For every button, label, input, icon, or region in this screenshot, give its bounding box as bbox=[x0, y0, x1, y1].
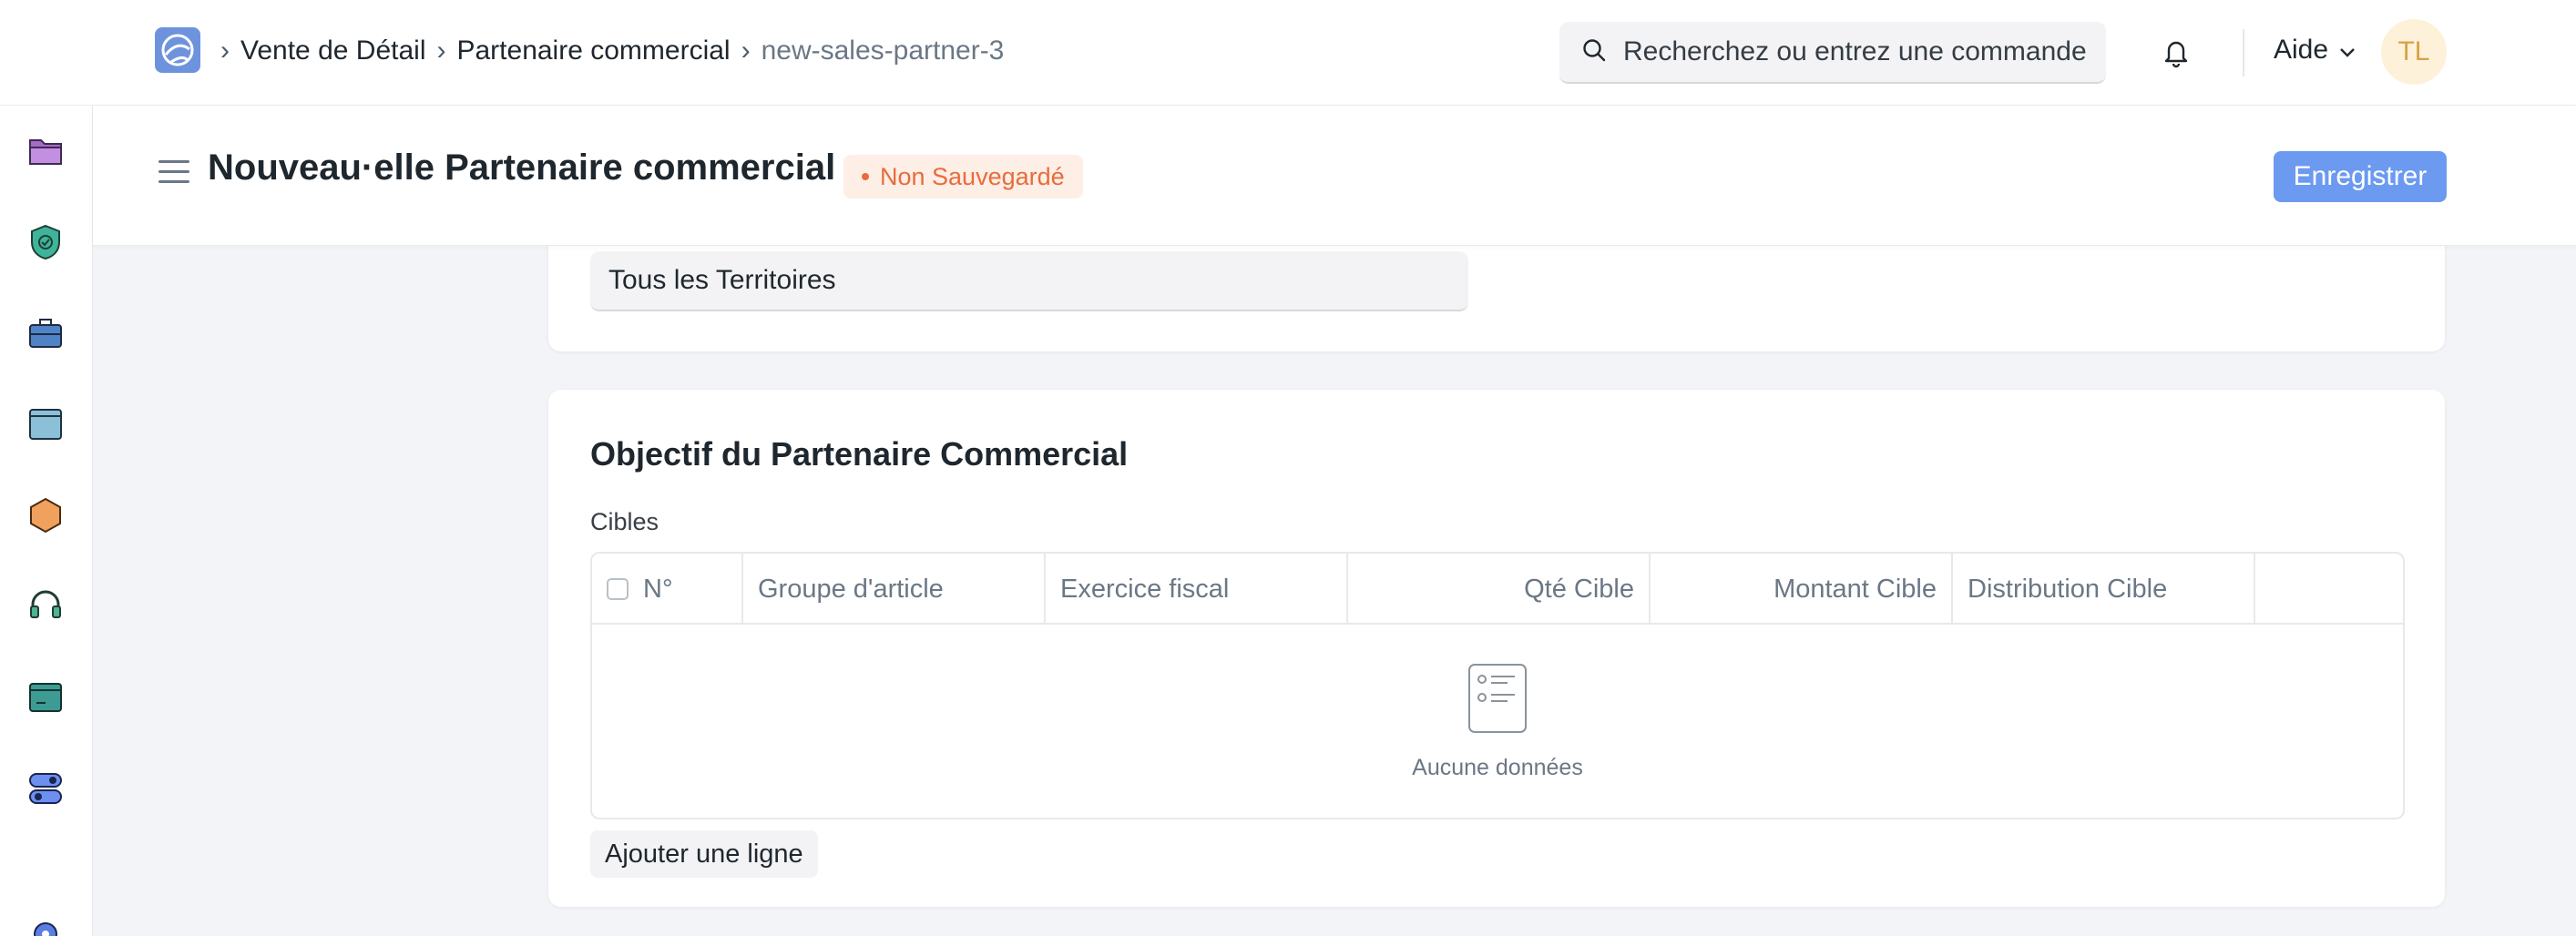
search-bar[interactable]: Recherchez ou entrez une commande bbox=[1559, 22, 2106, 84]
unsaved-status-badge: Non Sauvegardé bbox=[843, 155, 1083, 198]
hexagon-icon[interactable] bbox=[26, 495, 66, 535]
help-label: Aide bbox=[2274, 35, 2329, 65]
sidebar-toggle-icon[interactable] bbox=[158, 160, 189, 184]
status-dot-icon bbox=[862, 173, 869, 180]
search-input[interactable]: Recherchez ou entrez une commande bbox=[1623, 36, 2087, 67]
column-target-distribution: Distribution Cible bbox=[1953, 554, 2255, 625]
top-navbar: › Vente de Détail › Partenaire commercia… bbox=[0, 0, 2576, 106]
chevron-down-icon bbox=[2339, 35, 2356, 66]
empty-state: Aucune données bbox=[592, 625, 2403, 818]
help-dropdown[interactable]: Aide bbox=[2274, 35, 2356, 66]
app-logo[interactable] bbox=[155, 27, 200, 73]
territory-card: Tous les Territoires bbox=[548, 228, 2445, 351]
column-fiscal-year: Exercice fiscal bbox=[1046, 554, 1348, 625]
section-title: Objectif du Partenaire Commercial bbox=[590, 435, 1129, 473]
window-icon[interactable] bbox=[26, 404, 66, 444]
column-target-qty: Qté Cible bbox=[1348, 554, 1651, 625]
briefcase-icon[interactable] bbox=[26, 313, 66, 353]
breadcrumb-retail[interactable]: Vente de Détail bbox=[240, 36, 425, 66]
toggle-icon[interactable] bbox=[26, 768, 66, 809]
empty-state-text: Aucune données bbox=[1412, 755, 1583, 780]
navbar-divider bbox=[2243, 29, 2244, 76]
search-icon bbox=[1581, 37, 1607, 67]
chevron-right-icon: › bbox=[436, 36, 446, 66]
sidebar bbox=[0, 106, 93, 936]
table-header: N° Groupe d'article Exercice fiscal Qté … bbox=[592, 554, 2403, 625]
breadcrumb-sales-partner[interactable]: Partenaire commercial bbox=[456, 36, 730, 66]
chevron-right-icon: › bbox=[220, 36, 230, 66]
user-avatar[interactable]: TL bbox=[2381, 19, 2447, 85]
notification-bell-icon[interactable] bbox=[2161, 36, 2192, 69]
chevron-right-icon: › bbox=[741, 36, 751, 66]
column-item-group: Groupe d'article bbox=[743, 554, 1046, 625]
headset-icon[interactable] bbox=[26, 586, 66, 626]
shield-check-icon[interactable] bbox=[26, 222, 66, 262]
page-header: Nouveau·elle Partenaire commercial Non S… bbox=[93, 106, 2576, 246]
select-all-checkbox[interactable] bbox=[607, 578, 629, 600]
save-button[interactable]: Enregistrer bbox=[2274, 151, 2447, 202]
column-actions bbox=[2255, 554, 2403, 625]
gear-icon[interactable] bbox=[26, 914, 66, 936]
targets-label: Cibles bbox=[590, 508, 659, 535]
targets-section: Objectif du Partenaire Commercial Cibles… bbox=[548, 390, 2445, 907]
page-title: Nouveau·elle Partenaire commercial bbox=[208, 148, 836, 188]
column-target-amount: Montant Cible bbox=[1651, 554, 1953, 625]
folder-icon[interactable] bbox=[26, 131, 66, 171]
terminal-icon[interactable] bbox=[26, 677, 66, 717]
targets-table: N° Groupe d'article Exercice fiscal Qté … bbox=[590, 552, 2405, 819]
breadcrumb-current-doc[interactable]: new-sales-partner-3 bbox=[762, 36, 1005, 66]
territory-field[interactable]: Tous les Territoires bbox=[590, 251, 1468, 311]
column-row-number: N° bbox=[592, 554, 743, 625]
breadcrumb: › Vente de Détail › Partenaire commercia… bbox=[220, 29, 1015, 73]
add-row-button[interactable]: Ajouter une ligne bbox=[590, 830, 818, 878]
empty-list-icon bbox=[1467, 663, 1528, 738]
